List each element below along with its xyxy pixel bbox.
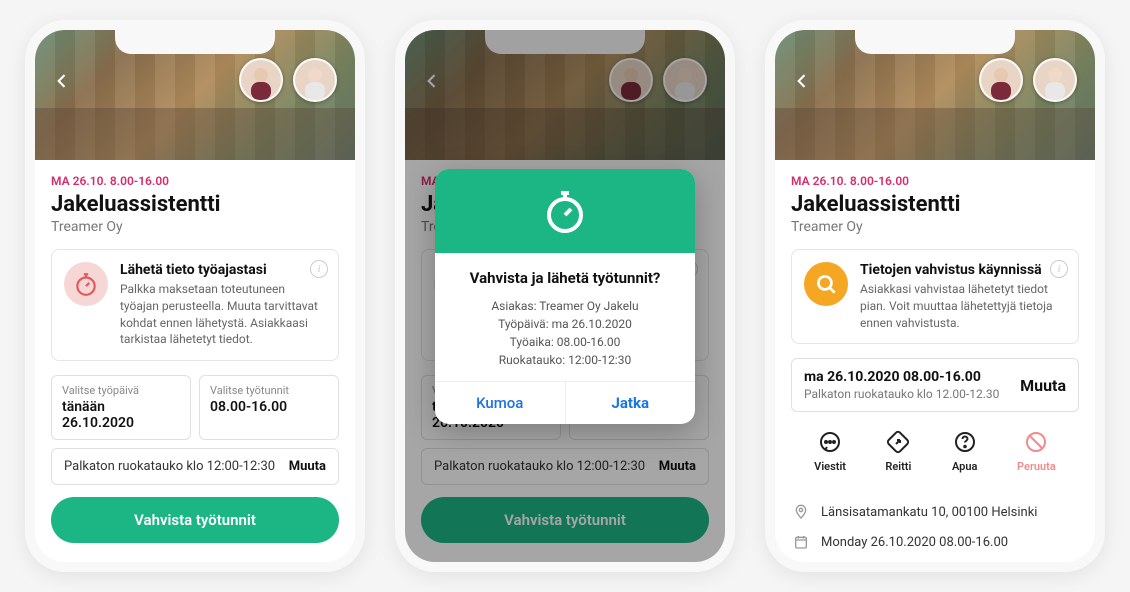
help-icon (951, 428, 979, 456)
detail-datetime: Monday 26.10.2020 08.00-16.00 (791, 527, 1079, 557)
route-icon (144, 561, 172, 562)
date-line: MA 26.10. 8.00-16.00 (51, 174, 339, 188)
detail-total: Yhteensä 75,00€ (791, 557, 1079, 562)
action-help[interactable]: Apua (211, 561, 239, 562)
modal-day: Työpäivä: ma 26.10.2020 (451, 315, 679, 333)
card-desc: Asiakkasi vahvistaa lähetetyt tiedot pia… (860, 281, 1066, 331)
magnifier-icon (804, 262, 848, 306)
avatar[interactable] (293, 58, 337, 102)
avatar-icon (241, 60, 281, 100)
action-label: Reitti (885, 460, 911, 473)
date-line: MA 26.10. 8.00-16.00 (791, 174, 1079, 188)
avatar-icon (295, 60, 335, 100)
calendar-icon (793, 534, 809, 550)
summary-box: ma 26.10.2020 08.00-16.00 Palkaton ruoka… (791, 358, 1079, 412)
avatar-group (239, 58, 337, 102)
action-route[interactable]: Reitti (144, 561, 172, 562)
cancel-icon (282, 561, 310, 562)
select-hours[interactable]: Valitse työtunnit 08.00-16.00 (199, 375, 339, 440)
action-cancel[interactable]: Peruuta (1017, 428, 1056, 473)
route-icon (884, 428, 912, 456)
action-label: Peruuta (1017, 460, 1056, 473)
select-workday[interactable]: Valitse työpäivä tänään 26.10.2020 (51, 375, 191, 440)
action-help[interactable]: Apua (951, 428, 979, 473)
change-break-link[interactable]: Muuta (289, 459, 326, 474)
detail-address: Länsisatamankatu 10, 00100 Helsinki (791, 497, 1079, 527)
company-label: Treamer Oy (51, 219, 339, 235)
chevron-left-icon (792, 71, 812, 91)
back-button[interactable] (47, 66, 77, 96)
phone-notch (115, 30, 275, 54)
detail-text: Monday 26.10.2020 08.00-16.00 (821, 535, 1008, 550)
confirm-modal: Vahvista ja lähetä työtunnit? Asiakas: T… (435, 169, 695, 424)
modal-cancel-button[interactable]: Kumoa (435, 382, 565, 424)
modal-continue-button[interactable]: Jatka (565, 382, 696, 424)
chevron-left-icon (52, 71, 72, 91)
stopwatch-icon (64, 262, 108, 306)
action-messages[interactable]: Viestit (814, 428, 846, 473)
avatar-group (979, 58, 1077, 102)
modal-hours: Työaika: 08.00-16.00 (451, 333, 679, 351)
help-icon (211, 561, 239, 562)
break-text: Palkaton ruokatauko klo 12:00-12:30 (64, 459, 275, 474)
phone-frame-2: MA 26.10. 8.00-16.00 Jakeluassistentti T… (395, 20, 735, 572)
action-route[interactable]: Reitti (884, 428, 912, 473)
modal-title: Vahvista ja lähetä työtunnit? (451, 269, 679, 287)
cancel-icon (1022, 428, 1050, 456)
avatar-icon (1035, 60, 1075, 100)
company-label: Treamer Oy (791, 219, 1079, 235)
back-button[interactable] (787, 66, 817, 96)
select-label: Valitse työpäivä (62, 384, 180, 397)
avatar-icon (981, 60, 1021, 100)
send-info-card: Lähetä tieto työajastasi Palkka maksetaa… (51, 249, 339, 361)
confirm-hours-button[interactable]: Vahvista työtunnit (51, 497, 339, 543)
phone-notch (855, 30, 1015, 54)
select-label: Valitse työtunnit (210, 384, 328, 397)
action-label: Viestit (814, 460, 846, 473)
action-row: Viestit Reitti Apua Peruuta (791, 428, 1079, 483)
screen-1: MA 26.10. 8.00-16.00 Jakeluassistentti T… (35, 30, 355, 562)
page-title: Jakeluassistentti (791, 192, 1079, 217)
summary-break: Palkaton ruokatauko klo 12.00-12.30 (804, 387, 999, 401)
change-summary-link[interactable]: Muuta (1020, 376, 1066, 395)
summary-datetime: ma 26.10.2020 08.00-16.00 (804, 369, 999, 385)
avatar[interactable] (979, 58, 1023, 102)
avatar[interactable] (1033, 58, 1077, 102)
action-row: Viestit Reitti Apua (51, 561, 339, 562)
modal-overlay[interactable]: Vahvista ja lähetä työtunnit? Asiakas: T… (405, 30, 725, 562)
card-desc: Palkka maksetaan toteutuneen työajan per… (120, 281, 326, 348)
modal-client: Asiakas: Treamer Oy Jakelu (451, 297, 679, 315)
action-label: Apua (952, 460, 977, 473)
screen-3: MA 26.10. 8.00-16.00 Jakeluassistentti T… (775, 30, 1095, 562)
phone-frame-3: MA 26.10. 8.00-16.00 Jakeluassistentti T… (765, 20, 1105, 572)
break-row: Palkaton ruokatauko klo 12:00-12:30 Muut… (51, 448, 339, 485)
info-icon[interactable]: i (1050, 260, 1068, 278)
chat-icon (76, 561, 104, 562)
select-value: tänään 26.10.2020 (62, 399, 180, 431)
detail-list: Länsisatamankatu 10, 00100 Helsinki Mond… (791, 497, 1079, 562)
chat-icon (816, 428, 844, 456)
confirm-info-card: Tietojen vahvistus käynnissä Asiakkasi v… (791, 249, 1079, 344)
card-title: Lähetä tieto työajastasi (120, 262, 326, 278)
select-value: 08.00-16.00 (210, 399, 328, 415)
stopwatch-icon (541, 187, 589, 235)
page-title: Jakeluassistentti (51, 192, 339, 217)
detail-text: Länsisatamankatu 10, 00100 Helsinki (821, 505, 1037, 520)
modal-break: Ruokatauko: 12:00-12:30 (451, 351, 679, 369)
modal-header (435, 169, 695, 253)
action-cancel[interactable]: Peruuta (277, 561, 316, 562)
info-icon[interactable]: i (310, 260, 328, 278)
action-messages[interactable]: Viestit (74, 561, 106, 562)
avatar[interactable] (239, 58, 283, 102)
screen-2: MA 26.10. 8.00-16.00 Jakeluassistentti T… (405, 30, 725, 562)
card-title: Tietojen vahvistus käynnissä (860, 262, 1066, 278)
phone-frame-1: MA 26.10. 8.00-16.00 Jakeluassistentti T… (25, 20, 365, 572)
pin-icon (793, 504, 809, 520)
